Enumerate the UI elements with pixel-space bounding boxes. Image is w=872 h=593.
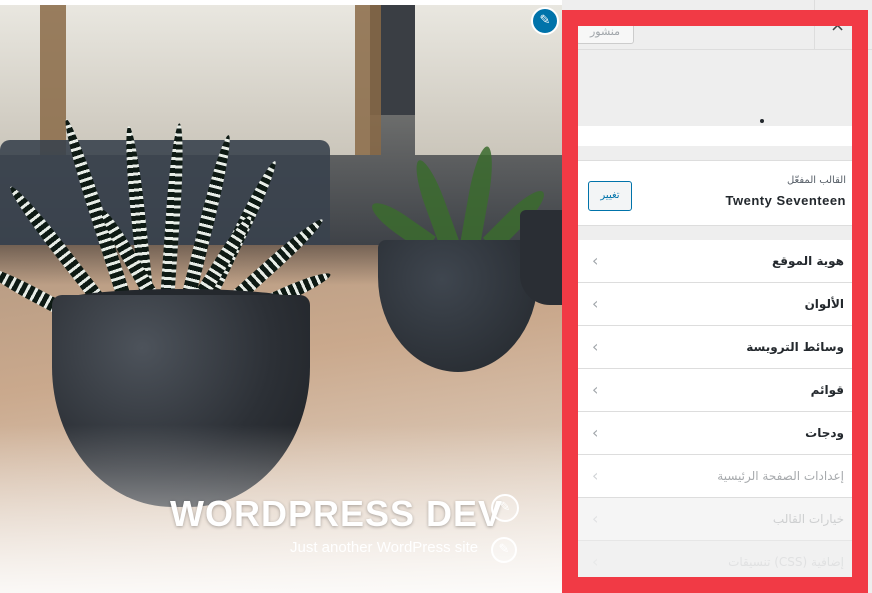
active-theme-label: القالب المفعّل <box>786 175 846 186</box>
window-frame <box>40 5 66 155</box>
active-theme-section: القالب المفعّل Twenty Seventeen تغيير <box>578 160 856 226</box>
change-theme-button[interactable]: تغيير <box>588 181 632 211</box>
far-pot <box>520 210 562 305</box>
chevron-left-icon: ‹ <box>592 552 599 571</box>
close-icon: × <box>829 15 846 36</box>
publish-button[interactable]: منشور <box>576 20 634 44</box>
chevron-left-icon: ‹ <box>592 509 599 528</box>
section-label: ودجات <box>805 426 844 440</box>
close-customizer-button[interactable]: × <box>814 0 860 50</box>
chevron-left-icon: ‹ <box>592 337 599 356</box>
pencil-icon: ✎ <box>539 13 551 28</box>
section-label: قوائم <box>810 383 844 397</box>
chevron-left-icon: ‹ <box>592 251 599 270</box>
section-label: تنسيقات (CSS) إضافية <box>728 555 844 569</box>
site-title[interactable]: WORDPRESS DEV <box>170 493 502 535</box>
section-label: خيارات القالب <box>772 512 844 526</box>
preview-top-edge <box>0 0 562 5</box>
section-label: إعدادات الصفحة الرئيسية <box>717 469 844 483</box>
section-additional-css[interactable]: ‹ تنسيقات (CSS) إضافية <box>578 541 856 584</box>
pencil-icon: ✎ <box>498 542 510 557</box>
section-label: هوية الموقع <box>771 254 844 268</box>
chevron-left-icon: ‹ <box>592 423 599 442</box>
edit-tagline-shortcut[interactable]: ✎ <box>491 537 517 563</box>
section-theme-options[interactable]: ‹ خيارات القالب <box>578 498 856 541</box>
chevron-left-icon: ‹ <box>592 466 599 485</box>
section-header-media[interactable]: ‹ وسائط الترويسة <box>578 326 856 369</box>
section-site-identity[interactable]: ‹ هوية الموقع <box>578 240 856 283</box>
customizer-screen: ✎ WORDPRESS DEV ✎ Just another WordPress… <box>0 0 872 593</box>
customizer-sections: ‹ هوية الموقع ‹ الألوان ‹ وسائط الترويسة… <box>578 240 856 593</box>
window-frame <box>355 5 381 155</box>
section-colors[interactable]: ‹ الألوان <box>578 283 856 326</box>
pencil-icon: ✎ <box>499 500 511 515</box>
section-label: وسائط الترويسة <box>746 340 844 354</box>
chevron-left-icon: ‹ <box>592 294 599 313</box>
chevron-left-icon: ‹ <box>592 380 599 399</box>
site-info-strip <box>578 126 856 146</box>
edit-site-title-shortcut[interactable]: ✎ <box>491 494 519 522</box>
active-theme-name: Twenty Seventeen <box>725 193 846 208</box>
section-homepage-settings[interactable]: ‹ إعدادات الصفحة الرئيسية <box>578 455 856 498</box>
section-label: الألوان <box>804 297 844 311</box>
section-menus[interactable]: ‹ قوائم <box>578 369 856 412</box>
section-widgets[interactable]: ‹ ودجات <box>578 412 856 455</box>
site-preview: ✎ WORDPRESS DEV ✎ Just another WordPress… <box>0 0 562 593</box>
site-tagline[interactable]: Just another WordPress site <box>290 539 490 556</box>
help-dot <box>760 119 764 123</box>
edit-header-shortcut[interactable]: ✎ <box>531 7 559 35</box>
